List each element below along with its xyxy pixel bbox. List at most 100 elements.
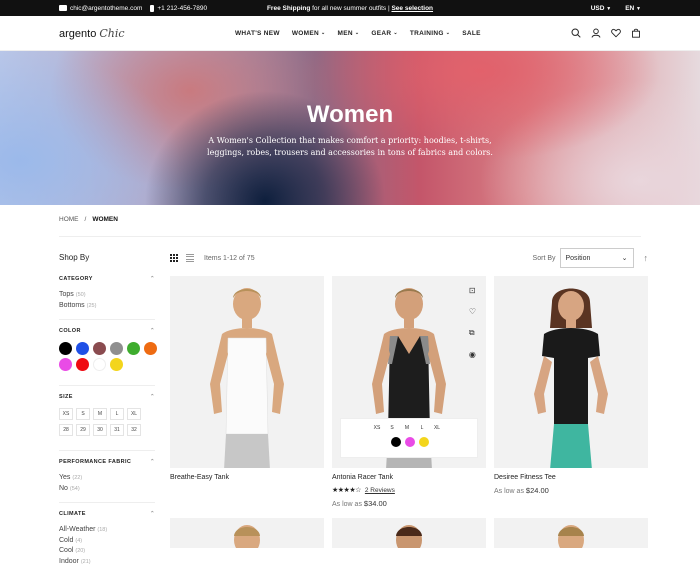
product-price: As low as $34.00	[332, 499, 387, 508]
language-switcher[interactable]: EN ▼	[625, 5, 641, 12]
chevron-down-icon: ⌄	[393, 30, 398, 36]
items-count: Items 1-12 of 75	[204, 254, 255, 262]
color-swatch[interactable]	[59, 342, 72, 355]
filter-option[interactable]: Cool (20)	[59, 546, 155, 557]
compare-icon[interactable]: ⧉	[469, 328, 476, 338]
color-swatch[interactable]	[76, 342, 89, 355]
wishlist-icon[interactable]: ♡	[469, 307, 476, 316]
product-image[interactable]	[170, 276, 324, 468]
color-swatch[interactable]	[110, 342, 123, 355]
breadcrumb-home[interactable]: HOME	[59, 216, 79, 223]
color-swatch[interactable]	[127, 342, 140, 355]
color-swatch[interactable]	[59, 358, 72, 371]
filter-option[interactable]: All-Weather (18)	[59, 525, 155, 536]
logo[interactable]: argento Chic	[59, 27, 179, 40]
product-options-overlay: XS S M L XL	[340, 418, 478, 458]
product-name[interactable]: Antonia Racer Tank	[332, 474, 486, 481]
nav-men[interactable]: MEN ⌄	[338, 30, 360, 37]
quick-view-icon[interactable]: ◉	[469, 350, 476, 359]
nav-gear[interactable]: GEAR ⌄	[371, 30, 397, 37]
product-name[interactable]: Breathe-Easy Tank	[170, 474, 324, 481]
sort-direction-icon[interactable]: ↑	[644, 253, 649, 263]
filter-option[interactable]: Cold (4)	[59, 536, 155, 547]
grid-view-icon[interactable]	[170, 254, 178, 262]
product-image[interactable]: ⊡ ♡ ⧉ ◉ XS S M L XL	[332, 276, 486, 468]
model-figure	[558, 525, 584, 548]
size-option[interactable]: 32	[127, 424, 141, 436]
size-option[interactable]: L	[110, 408, 124, 420]
color-swatch[interactable]	[76, 358, 89, 371]
product-card[interactable]: Breathe-Easy Tank	[170, 276, 324, 481]
size-option[interactable]: 28	[59, 424, 73, 436]
cart-icon[interactable]	[631, 28, 641, 38]
product-color-options	[341, 433, 477, 447]
size-option[interactable]: 30	[93, 424, 107, 436]
reviews-link[interactable]: 2 Reviews	[365, 487, 395, 494]
product-size-option[interactable]: L	[416, 423, 428, 433]
size-option[interactable]: XS	[59, 408, 73, 420]
filter-climate: CLIMATE ⌃ All-Weather (18) Cold (4) Cool …	[59, 511, 155, 575]
model-figure	[210, 288, 284, 468]
filter-option[interactable]: Tops (50)	[59, 290, 155, 301]
rating-stars: ★★★★☆	[332, 487, 361, 494]
filter-fabric: PERFORMANCE FABRIC ⌃ Yes (22) No (54)	[59, 459, 155, 503]
filter-fabric-header[interactable]: PERFORMANCE FABRIC ⌃	[59, 459, 155, 465]
product-size-option[interactable]: S	[386, 423, 398, 433]
chevron-up-icon: ⌃	[149, 394, 155, 400]
filter-color-header[interactable]: COLOR ⌃	[59, 328, 155, 334]
filter-size-header[interactable]: SIZE ⌃	[59, 394, 155, 400]
product-color-option[interactable]	[405, 437, 415, 447]
chevron-down-icon: ▼	[636, 5, 641, 12]
see-selection-link[interactable]: See selection	[391, 5, 433, 12]
product-color-option[interactable]	[419, 437, 429, 447]
top-bar: chic@argentotheme.com +1 212-456-7890 Fr…	[0, 0, 700, 16]
search-icon[interactable]	[571, 28, 581, 38]
filter-sidebar: Shop By CATEGORY ⌃ Tops (50) Bottoms (25)…	[59, 250, 157, 583]
filter-option[interactable]: Yes (22)	[59, 473, 155, 484]
account-icon[interactable]	[591, 28, 601, 38]
filter-option[interactable]: No (54)	[59, 484, 155, 495]
filter-size: SIZE ⌃ XS S M L XL 28 29 30 31 32	[59, 394, 155, 451]
color-swatch[interactable]	[93, 358, 106, 371]
filter-color: COLOR ⌃	[59, 328, 157, 386]
product-color-option[interactable]	[391, 437, 401, 447]
envelope-icon	[59, 5, 67, 11]
size-option[interactable]: M	[93, 408, 107, 420]
product-card[interactable]: Desiree Fitness Tee As low as $24.00	[494, 276, 648, 495]
nav-sale[interactable]: SALE	[462, 30, 481, 37]
filter-option[interactable]: Bottoms (25)	[59, 301, 155, 312]
chevron-down-icon: ⌄	[321, 30, 326, 36]
chevron-down-icon: ⌄	[621, 255, 628, 262]
add-to-cart-icon[interactable]: ⊡	[469, 286, 476, 295]
color-swatch[interactable]	[110, 358, 123, 371]
size-option[interactable]: 29	[76, 424, 90, 436]
phone-link[interactable]: +1 212-456-7890	[150, 4, 207, 12]
chevron-down-icon: ⌄	[445, 30, 451, 36]
page-title: Women	[306, 101, 394, 128]
filter-option[interactable]: Indoor (21)	[59, 557, 155, 568]
nav-women[interactable]: WOMEN ⌄	[292, 30, 326, 37]
size-option[interactable]: S	[76, 408, 90, 420]
nav-whats-new[interactable]: WHAT'S NEW	[235, 30, 280, 37]
currency-switcher[interactable]: USD ▼	[591, 5, 612, 12]
list-view-icon[interactable]	[186, 253, 194, 263]
email-link[interactable]: chic@argentotheme.com	[59, 5, 142, 12]
product-size-option[interactable]: M	[401, 423, 413, 433]
size-option[interactable]: 31	[110, 424, 124, 436]
product-rating: ★★★★☆ 2 Reviews	[332, 486, 486, 495]
filter-category-header[interactable]: CATEGORY ⌃	[59, 276, 155, 282]
product-size-option[interactable]: XL	[431, 423, 443, 433]
nav-training[interactable]: TRAINING ⌄	[410, 30, 450, 37]
product-card[interactable]: ⊡ ♡ ⧉ ◉ XS S M L XL Antonia Racer Tank ★★★★☆…	[332, 276, 486, 508]
sort-select[interactable]: Position ⌄	[559, 248, 634, 268]
product-size-option[interactable]: XS	[371, 423, 383, 433]
filter-climate-header[interactable]: CLIMATE ⌃	[59, 511, 155, 517]
wishlist-icon[interactable]	[611, 28, 621, 38]
color-swatch[interactable]	[93, 342, 106, 355]
product-image[interactable]	[494, 276, 648, 468]
color-swatches	[59, 342, 157, 377]
color-swatch[interactable]	[144, 342, 157, 355]
chevron-up-icon: ⌃	[149, 276, 155, 282]
size-option[interactable]: XL	[127, 408, 141, 420]
product-name[interactable]: Desiree Fitness Tee	[494, 474, 648, 481]
